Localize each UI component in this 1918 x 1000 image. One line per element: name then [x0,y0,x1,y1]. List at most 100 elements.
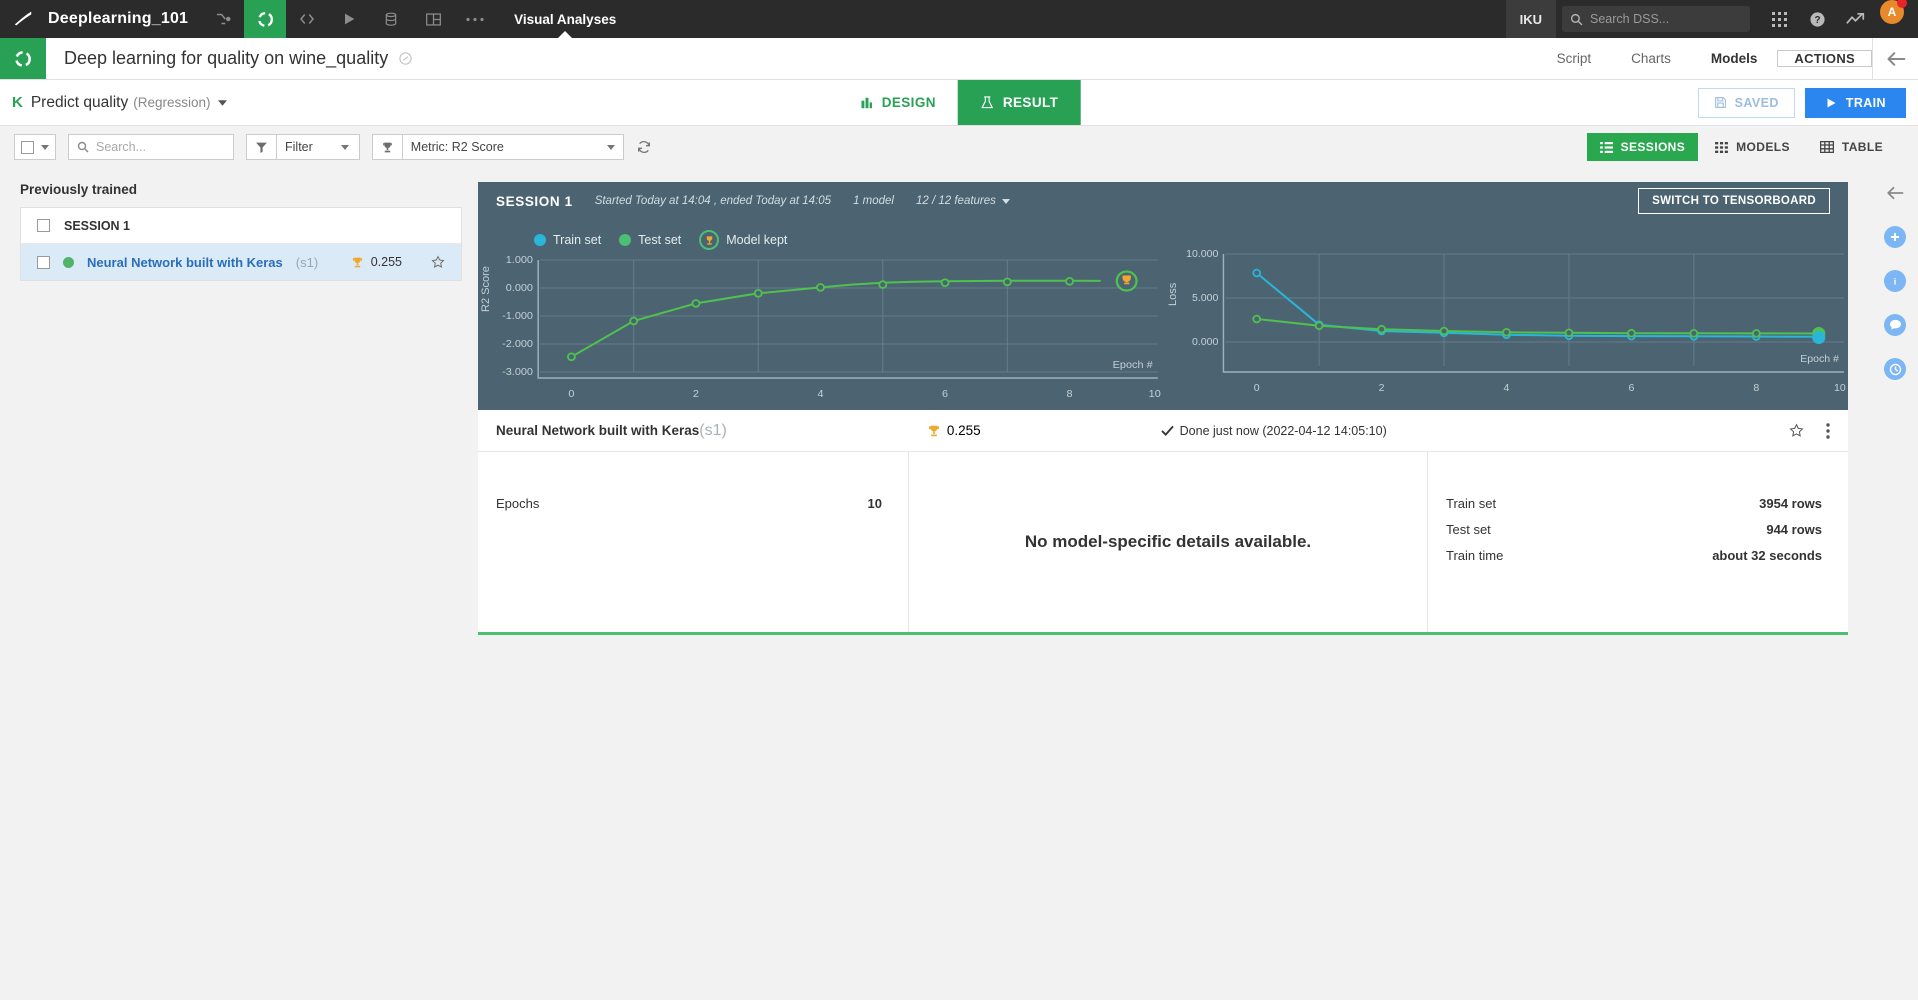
switch-to-tensorboard-button[interactable]: SWITCH TO TENSORBOARD [1638,188,1830,214]
session-features[interactable]: 12 / 12 features [916,195,1010,207]
loss-series-test-set [1256,318,1819,335]
legend-test-set-label: Test set [638,233,682,247]
topnav-spacer [634,0,1505,38]
object-tabs: Script Charts Models ACTIONS [1537,38,1872,79]
tab-script[interactable]: Script [1537,38,1612,79]
session-header-row[interactable]: SESSION 1 [21,208,461,244]
select-all-checkbox[interactable] [21,140,34,154]
code-icon[interactable] [286,0,328,38]
legend-test-set[interactable]: Test set [619,233,681,247]
svg-text:4: 4 [1504,382,1510,394]
section-title[interactable]: Visual Analyses [496,0,634,38]
trends-icon[interactable] [1836,0,1874,38]
filter-dropdown[interactable]: Filter [276,134,360,160]
session-model-count: 1 model [853,195,894,207]
actions-button[interactable]: ACTIONS [1777,50,1872,67]
view-mode-models[interactable]: MODELS [1702,133,1803,161]
play-icon [1825,97,1837,109]
info-icon[interactable]: i [1884,270,1906,292]
dataiku-logo-icon[interactable] [0,0,46,38]
star-icon[interactable] [431,255,445,269]
train-set-row: Train set 3954 rows [1446,496,1822,511]
test-set-label: Test set [1446,522,1491,537]
top-navigation-bar: Deeplearning_101 Visual Analyses IKU ? [0,0,1918,38]
tab-charts[interactable]: Charts [1611,38,1691,79]
saved-button[interactable]: SAVED [1697,87,1795,118]
loss-plot: 10.000 5.000 0.000 Epoch # [1186,248,1844,373]
tab-models[interactable]: Models [1691,38,1778,79]
chevron-down-icon[interactable] [41,144,49,150]
chevron-down-icon[interactable] [218,99,228,106]
train-button[interactable]: TRAIN [1804,87,1906,118]
check-icon [1161,425,1174,436]
svg-text:2: 2 [693,388,699,400]
plus-icon[interactable] [1884,226,1906,248]
task-type-badge: K [12,94,23,111]
legend-train-set[interactable]: Train set [534,233,601,247]
flow-icon[interactable] [202,0,244,38]
train-time-row: Train time about 32 seconds [1446,548,1822,563]
session-features-label: 12 / 12 features [915,195,996,207]
svg-text:8: 8 [1753,382,1759,394]
metric-label: Metric: R2 Score [410,140,504,154]
metric-dropdown[interactable]: Metric: R2 Score [401,134,624,160]
svg-text:10: 10 [1149,388,1161,400]
sessions-sidebar: Previously trained SESSION 1 Neural Netw… [0,168,476,1000]
r2-x-axis-labels: 0 2 4 6 8 10 [568,388,1161,400]
help-icon[interactable]: ? [1798,0,1836,38]
tab-design[interactable]: DESIGN [838,80,958,125]
save-icon [1714,96,1727,109]
no-details-message: No model-specific details available. [909,452,1428,632]
model-name[interactable]: Neural Network built with Keras [87,255,283,270]
train-time-label: Train time [1446,548,1504,563]
history-icon[interactable] [1884,358,1906,380]
svg-text:5.000: 5.000 [1192,292,1219,304]
global-search[interactable] [1562,6,1750,32]
train-time-value: about 32 seconds [1712,548,1822,563]
legend-model-kept[interactable]: Model kept [699,230,787,250]
session-results-panel: SESSION 1 Started Today at 14:04 , ended… [476,168,1872,1000]
metric-control[interactable]: Metric: R2 Score [371,134,624,160]
view-mode-sessions[interactable]: SESSIONS [1586,133,1699,161]
star-icon[interactable] [1789,423,1804,438]
chat-icon[interactable] [1884,314,1906,336]
select-all-control[interactable] [14,134,56,160]
model-result-row[interactable]: Neural Network built with Keras (s1) 0.2… [478,410,1848,452]
previously-trained-heading: Previously trained [20,182,138,197]
session-checkbox[interactable] [37,219,50,232]
search-input[interactable] [1590,12,1742,26]
back-arrow-icon[interactable] [1884,182,1906,204]
project-name[interactable]: Deeplearning_101 [46,0,202,38]
collapse-rail-button[interactable] [1872,38,1918,79]
grid-icon [1715,141,1729,153]
apps-grid-icon[interactable] [1760,0,1798,38]
legend-train-set-label: Train set [553,233,602,247]
chevron-down-icon [340,144,349,150]
hyperparameters-column: Epochs 10 [478,452,909,632]
refresh-icon[interactable] [636,139,652,155]
list-item[interactable]: Neural Network built with Keras (s1) 0.2… [21,244,461,280]
result-session-id: (s1) [699,421,727,439]
chart-legend: Train set Test set Model kept [478,226,1163,254]
more-icon[interactable] [454,0,496,38]
models-search-input[interactable] [96,140,233,154]
jobs-icon[interactable] [370,0,412,38]
readonly-icon[interactable] [398,51,413,66]
run-icon[interactable] [328,0,370,38]
chevron-down-icon [1001,198,1010,204]
svg-text:10: 10 [1834,382,1846,394]
svg-text:8: 8 [1067,388,1073,400]
model-kept-marker [1115,270,1138,292]
session-label: SESSION 1 [64,218,130,233]
tab-result[interactable]: RESULT [957,80,1081,125]
filter-control[interactable]: Filter [246,134,360,160]
trophy-icon [927,424,941,438]
view-mode-table[interactable]: TABLE [1807,133,1896,161]
user-initials[interactable]: IKU [1505,0,1556,38]
models-search[interactable] [68,134,234,160]
recipe-icon[interactable] [244,0,287,38]
dashboard-icon[interactable] [412,0,454,38]
more-options-icon[interactable] [1826,422,1830,439]
model-checkbox[interactable] [37,255,50,269]
avatar[interactable]: A [1880,0,1907,24]
